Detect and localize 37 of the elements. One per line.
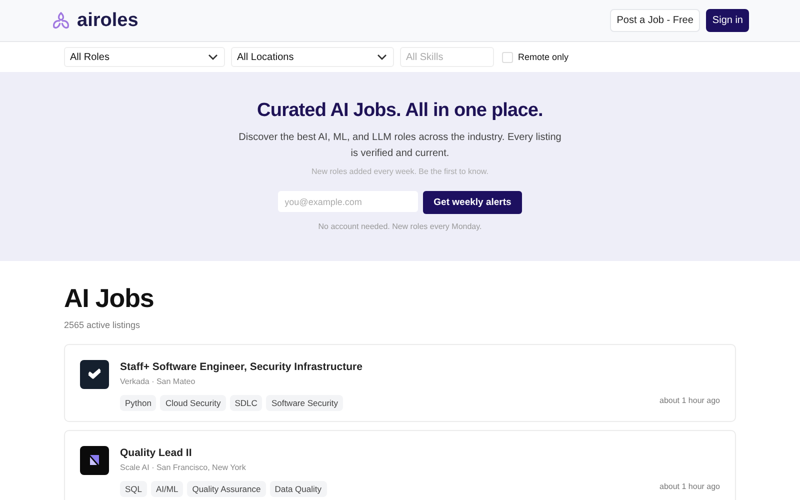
- skill-tag: AI/ML: [151, 481, 184, 497]
- company-logo-icon: [80, 360, 109, 389]
- posted-time: about 1 hour ago: [660, 482, 720, 491]
- job-title[interactable]: Quality Lead II: [120, 447, 720, 459]
- email-field[interactable]: you@example.com: [278, 191, 418, 212]
- logo-icon: [51, 10, 71, 30]
- remote-only-label: Remote only: [518, 52, 569, 62]
- listing-count: 2565 active listings: [64, 320, 142, 330]
- hero-note: New roles added every week. Be the first to know.: [312, 167, 488, 176]
- weekly-alerts-button[interactable]: Get weekly alerts: [422, 191, 522, 214]
- hero-title: Curated AI Jobs. All in one place.: [257, 100, 543, 122]
- hero-footnote: No account needed. New roles every Monday.: [318, 222, 482, 231]
- skill-tag: Software Security: [266, 395, 344, 411]
- company-location: Scale AI · San Francisco, New York: [120, 463, 247, 472]
- remote-checkbox[interactable]: [502, 52, 513, 62]
- company-location: Verkada · San Mateo: [120, 377, 196, 386]
- skills-field[interactable]: All Skills: [400, 47, 494, 67]
- jobs-heading: AI Jobs: [64, 283, 155, 314]
- post-job-button[interactable]: Post a Job - Free: [610, 9, 700, 32]
- posted-time: about 1 hour ago: [660, 396, 720, 405]
- skill-tag: SQL: [120, 481, 148, 497]
- roles-dropdown[interactable]: All Roles: [64, 47, 225, 67]
- skill-tag: Python: [120, 395, 156, 411]
- locations-dropdown[interactable]: All Locations: [231, 47, 394, 67]
- skill-tag: Cloud Security: [160, 395, 226, 411]
- hero-subtitle: Discover the best AI, ML, and LLM roles across the industry. Every listing is verified and current.: [238, 131, 562, 161]
- company-logo-icon: [80, 446, 109, 475]
- job-card[interactable]: Staff+ Software Engineer, Security Infrastructure Verkada · San Mateo Python Cloud Security SDLC Software Security about 1 hour ago: [64, 344, 736, 422]
- skill-tag: Quality Assurance: [187, 481, 266, 497]
- skill-tag: Data Quality: [270, 481, 327, 497]
- brand-name[interactable]: airoles: [77, 10, 138, 32]
- sign-in-button[interactable]: Sign in: [706, 9, 749, 32]
- skill-tag: SDLC: [230, 395, 262, 411]
- job-card[interactable]: Quality Lead II Scale AI · San Francisco, New York SQL AI/ML Quality Assurance Data Quality about 1 hour ago: [64, 430, 736, 500]
- chevron-down-icon: [208, 54, 218, 60]
- job-title[interactable]: Staff+ Software Engineer, Security Infrastructure: [120, 361, 720, 373]
- chevron-down-icon: [377, 54, 387, 60]
